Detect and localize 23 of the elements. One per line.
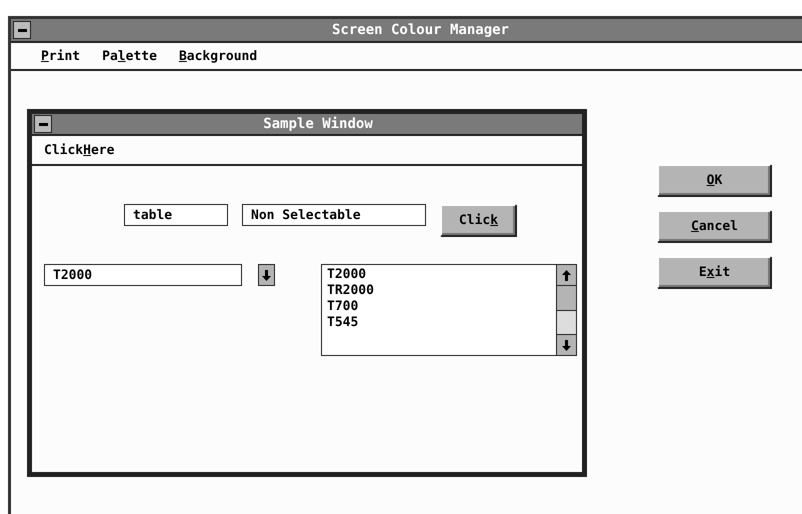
menu-item[interactable]: ClickHere	[44, 142, 114, 158]
window-title: Screen Colour Manager	[330, 22, 510, 38]
down-arrow-icon	[262, 270, 271, 280]
combo-field[interactable]: T2000	[44, 264, 242, 286]
dialog-button[interactable]: Cancel	[657, 210, 771, 242]
menu-item[interactable]: Palette	[102, 48, 157, 64]
window-title: Sample Window	[262, 116, 374, 132]
system-menu-button[interactable]	[34, 115, 52, 133]
menu-item[interactable]: Print	[41, 48, 80, 64]
list-item[interactable]: T2000	[327, 267, 366, 283]
list-item[interactable]: T545	[327, 315, 358, 331]
dialog-button[interactable]: Exit	[657, 256, 771, 288]
dialog-button[interactable]: OK	[657, 164, 771, 196]
list-item[interactable]: T700	[327, 299, 358, 315]
scrollbar[interactable]	[556, 265, 576, 355]
system-menu-button[interactable]	[13, 21, 31, 39]
up-arrow-icon	[562, 270, 571, 280]
down-arrow-icon	[562, 340, 571, 350]
click-button[interactable]: Click	[440, 204, 516, 236]
menu-item[interactable]: Background	[178, 48, 258, 64]
list-item[interactable]: TR2000	[327, 283, 374, 299]
dropdown-button[interactable]	[258, 264, 275, 286]
text-field[interactable]: table	[124, 204, 228, 226]
